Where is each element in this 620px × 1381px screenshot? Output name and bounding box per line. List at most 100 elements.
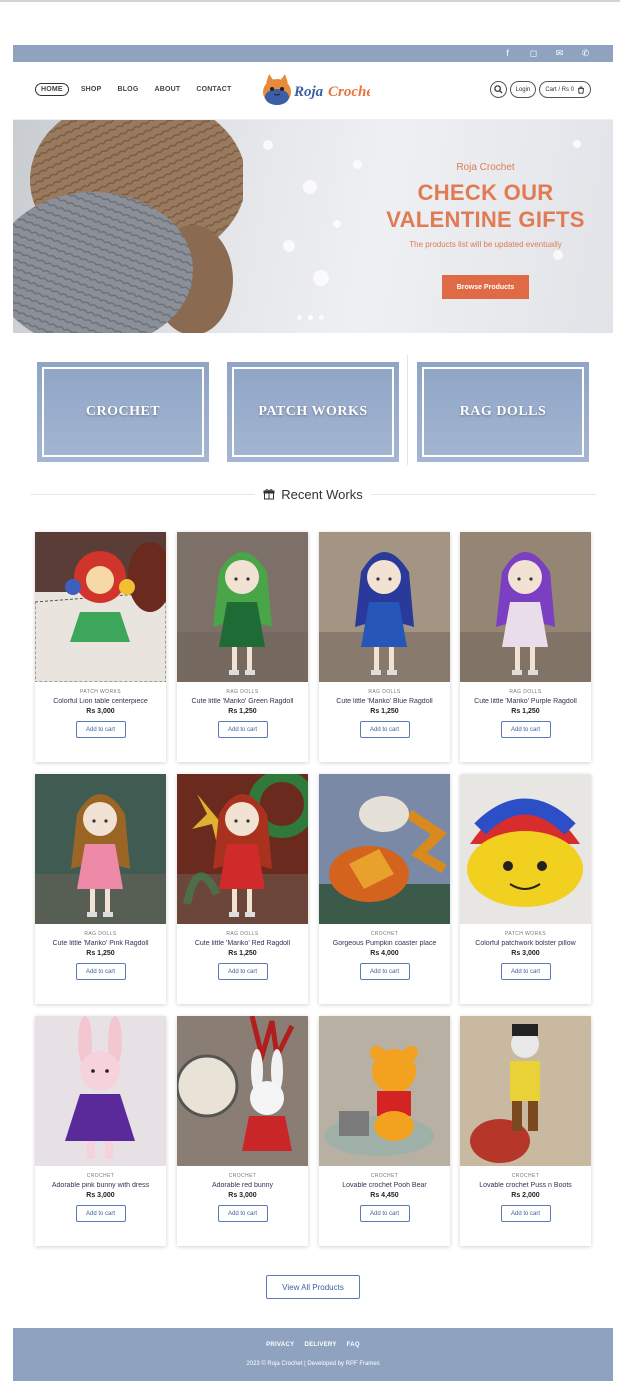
add-to-cart-button[interactable]: Add to cart [217, 963, 268, 980]
category-divider [407, 355, 408, 465]
header-actions: Login Cart / Rs 0 [489, 81, 591, 98]
product-name[interactable]: Lovable crochet Puss n Boots [460, 1182, 591, 1189]
product-image[interactable] [460, 774, 591, 924]
product-card[interactable]: CROCHET Gorgeous Pumpkin coaster place R… [319, 774, 450, 1004]
product-card[interactable]: CROCHET Adorable red bunny Rs 3,000 Add … [177, 1016, 308, 1246]
nav-home[interactable]: HOME [35, 83, 69, 96]
browse-products-button[interactable]: Browse Products [442, 275, 529, 299]
product-category: RAG DOLLS [368, 689, 401, 695]
add-to-cart-button[interactable]: Add to cart [217, 721, 268, 738]
view-all-products-button[interactable]: View All Products [266, 1275, 360, 1299]
product-image[interactable] [319, 774, 450, 924]
product-image[interactable] [35, 774, 166, 924]
product-category: CROCHET [370, 1173, 399, 1179]
site-logo[interactable]: Roja Crochet [260, 72, 370, 110]
product-image[interactable] [460, 532, 591, 682]
product-price: Rs 1,250 [228, 708, 257, 715]
product-price: Rs 1,250 [228, 950, 257, 957]
product-price: Rs 1,250 [511, 708, 540, 715]
product-category: RAG DOLLS [84, 931, 117, 937]
product-price: Rs 3,000 [228, 1192, 257, 1199]
add-to-cart-button[interactable]: Add to cart [75, 1205, 126, 1222]
product-name[interactable]: Lovable crochet Pooh Bear [319, 1182, 450, 1189]
recent-works-heading: Recent Works [30, 484, 596, 504]
product-card[interactable]: CROCHET Lovable crochet Pooh Bear Rs 4,4… [319, 1016, 450, 1246]
add-to-cart-button[interactable]: Add to cart [217, 1205, 268, 1222]
footer-link-faq[interactable]: FAQ [347, 1342, 360, 1348]
nav-about[interactable]: ABOUT [150, 83, 184, 96]
slider-dot[interactable] [319, 315, 324, 320]
product-price: Rs 1,250 [370, 708, 399, 715]
add-to-cart-button[interactable]: Add to cart [75, 963, 126, 980]
nav-shop[interactable]: SHOP [77, 83, 106, 96]
product-card[interactable]: RAG DOLLS Cute little 'Mariko' Blue Ragd… [319, 532, 450, 762]
product-image[interactable] [319, 1016, 450, 1166]
add-to-cart-button[interactable]: Add to cart [500, 963, 551, 980]
product-name[interactable]: Gorgeous Pumpkin coaster place [319, 940, 450, 947]
phone-icon[interactable]: ✆ [580, 48, 591, 59]
footer-link-delivery[interactable]: DELIVERY [304, 1342, 336, 1348]
product-category: PATCH WORKS [505, 931, 546, 937]
category-tiles: CROCHET PATCH WORKS RAG DOLLS [37, 362, 589, 462]
product-price: Rs 2,000 [511, 1192, 540, 1199]
add-to-cart-button[interactable]: Add to cart [75, 721, 126, 738]
product-card[interactable]: CROCHET Lovable crochet Puss n Boots Rs … [460, 1016, 591, 1246]
product-image[interactable] [35, 1016, 166, 1166]
nav-blog[interactable]: BLOG [113, 83, 142, 96]
hero-slider: Roja Crochet CHECK OUR VALENTINE GIFTS T… [13, 120, 613, 333]
product-category: CROCHET [370, 931, 399, 937]
product-image[interactable] [177, 1016, 308, 1166]
product-image[interactable] [319, 532, 450, 682]
search-button[interactable] [489, 81, 507, 98]
product-card[interactable]: PATCH WORKS Colorful Lion table centerpi… [35, 532, 166, 762]
product-image[interactable] [35, 532, 166, 682]
divider-line [30, 493, 256, 495]
product-name[interactable]: Cute little 'Mariko' Blue Ragdoll [319, 698, 450, 705]
product-price: Rs 3,000 [86, 708, 115, 715]
svg-text:Crochet: Crochet [328, 84, 370, 100]
yarn-balls-image [13, 120, 243, 333]
product-image[interactable] [460, 1016, 591, 1166]
add-to-cart-button[interactable]: Add to cart [359, 721, 410, 738]
product-image[interactable] [177, 774, 308, 924]
category-label: RAG DOLLS [459, 404, 547, 419]
product-name[interactable]: Adorable pink bunny with dress [35, 1182, 166, 1189]
product-category: RAG DOLLS [226, 689, 259, 695]
slider-dot-active[interactable] [308, 315, 313, 320]
email-icon[interactable]: ✉ [554, 48, 565, 59]
add-to-cart-button[interactable]: Add to cart [359, 963, 410, 980]
slider-dot[interactable] [297, 315, 302, 320]
product-card[interactable]: RAG DOLLS Cute little 'Mariko' Purple Ra… [460, 532, 591, 762]
product-card[interactable]: RAG DOLLS Cute little 'Mariko' Green Rag… [177, 532, 308, 762]
product-name[interactable]: Cute little 'Mariko' Pink Ragdoll [35, 940, 166, 947]
product-image[interactable] [177, 532, 308, 682]
hero-subtitle: Roja Crochet [456, 162, 515, 173]
product-name[interactable]: Cute little 'Mariko' Purple Ragdoll [460, 698, 591, 705]
category-patch-works[interactable]: PATCH WORKS [227, 362, 399, 462]
add-to-cart-button[interactable]: Add to cart [500, 721, 551, 738]
facebook-icon[interactable]: f [502, 48, 513, 59]
add-to-cart-button[interactable]: Add to cart [359, 1205, 410, 1222]
product-card[interactable]: PATCH WORKS Colorful patchwork bolster p… [460, 774, 591, 1004]
product-name[interactable]: Adorable red bunny [177, 1182, 308, 1189]
product-name[interactable]: Colorful patchwork bolster pillow [460, 940, 591, 947]
footer-link-privacy[interactable]: PRIVACY [266, 1342, 294, 1348]
category-crochet[interactable]: CROCHET [37, 362, 209, 462]
product-card[interactable]: CROCHET Adorable pink bunny with dress R… [35, 1016, 166, 1246]
product-name[interactable]: Colorful Lion table centerpiece [35, 698, 166, 705]
product-name[interactable]: Cute little 'Mariko' Red Ragdoll [177, 940, 308, 947]
product-price: Rs 3,000 [511, 950, 540, 957]
category-rag-dolls[interactable]: RAG DOLLS [417, 362, 589, 462]
login-button[interactable]: Login [509, 81, 537, 98]
add-to-cart-button[interactable]: Add to cart [500, 1205, 551, 1222]
product-category: RAG DOLLS [226, 931, 259, 937]
product-name[interactable]: Cute little 'Mariko' Green Ragdoll [177, 698, 308, 705]
product-card[interactable]: RAG DOLLS Cute little 'Mariko' Pink Ragd… [35, 774, 166, 1004]
nav-contact[interactable]: CONTACT [192, 83, 235, 96]
product-price: Rs 4,450 [370, 1192, 399, 1199]
top-bar: f ◻ ✉ ✆ [13, 45, 613, 62]
product-card[interactable]: RAG DOLLS Cute little 'Mariko' Red Ragdo… [177, 774, 308, 1004]
cart-button[interactable]: Cart / Rs 0 [539, 81, 591, 98]
instagram-icon[interactable]: ◻ [528, 48, 539, 59]
hero-text: Roja Crochet CHECK OUR VALENTINE GIFTS T… [373, 162, 598, 249]
